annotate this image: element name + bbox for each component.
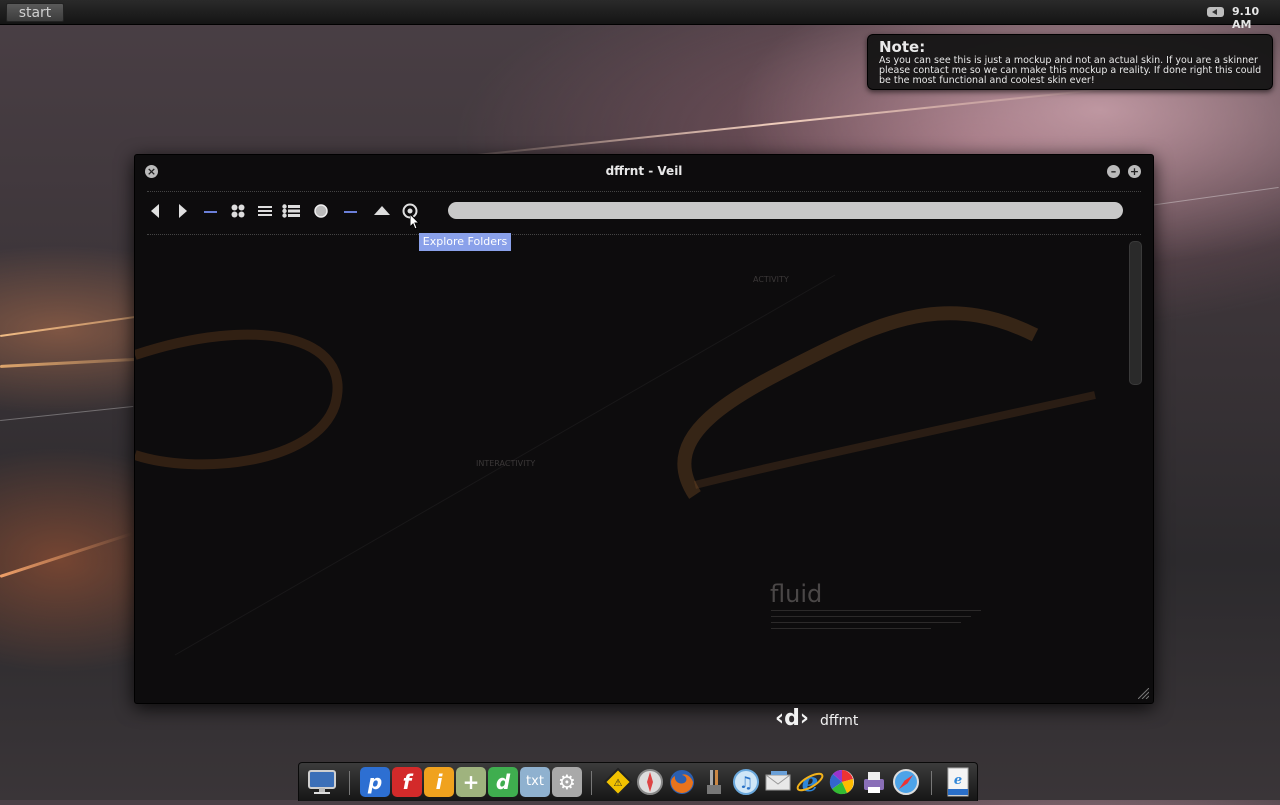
note-overlay: Note: As you can see this is just a mock… [867,34,1273,90]
resize-grip-icon[interactable] [1138,688,1149,699]
i-app-icon[interactable]: i [424,767,454,797]
preview-circle-icon[interactable] [314,204,328,218]
minimize-window-button[interactable]: – [1107,165,1120,178]
explorer-window: × dffrnt - Veil – + ACTIVITY INTERACTIVI… [134,154,1154,704]
note-body: As you can see this is just a mockup and… [879,55,1262,86]
list-view-icon[interactable] [258,206,272,217]
brand-logo: ‹d› [775,706,809,731]
details-view-icon[interactable] [282,204,300,218]
interactivity-label: INTERACTIVITY [476,459,536,468]
itunes-icon[interactable]: ♫ [731,767,761,797]
html-file-icon[interactable]: e [943,767,973,797]
activity-label: ACTIVITY [753,275,789,284]
settings-app-icon[interactable]: ⚙ [552,767,582,797]
back-arrow-icon[interactable] [149,204,161,218]
address-bar[interactable] [448,202,1123,219]
compass-app-icon[interactable] [635,767,665,797]
svg-text:⚠: ⚠ [614,778,623,789]
window-title: dffrnt - Veil [605,164,683,178]
svg-text:e: e [954,773,962,788]
clock: 9.10 AM [1232,5,1260,31]
wallpaper-streak [0,405,134,421]
txt-app-icon[interactable]: txt [520,767,550,797]
printer-icon[interactable] [859,767,889,797]
up-folder-icon[interactable] [374,206,390,215]
warning-sign-icon[interactable]: ⚠ [603,767,633,797]
svg-text:e: e [802,768,819,797]
tray-collapse-icon[interactable] [1207,7,1224,17]
fluid-text-line [771,610,981,611]
brushes-icon[interactable] [699,767,729,797]
dock-separator [591,771,592,795]
internet-explorer-icon[interactable]: e [795,767,825,798]
vertical-scrollbar[interactable] [1129,241,1142,385]
content-background [135,274,1096,656]
d-app-icon[interactable]: d [488,767,518,797]
picasa-icon[interactable] [827,767,857,797]
maximize-window-button[interactable]: + [1128,165,1141,178]
mouse-cursor-icon [410,214,420,230]
fluid-text-line [771,622,961,623]
plus-app-icon[interactable]: + [456,767,486,797]
dock-separator [931,771,932,795]
wallpaper-streak [1149,186,1279,206]
title-divider [147,191,1141,192]
f-app-icon[interactable]: f [392,767,422,797]
start-button[interactable]: start [6,3,64,22]
top-taskbar: start 9.10 AM [0,0,1280,31]
wallpaper-streak [0,531,134,578]
explore-folders-tooltip: Explore Folders [419,233,511,251]
toolbar-separator [344,211,357,213]
fluid-text-line [771,628,931,629]
brand-name: dffrnt [820,713,859,729]
fluid-label: fluid [770,580,823,608]
mail-icon[interactable] [763,767,793,797]
svg-text:♫: ♫ [739,773,753,792]
dock-separator [349,771,350,795]
safari-icon[interactable] [891,767,921,797]
p-app-icon[interactable]: p [360,767,390,797]
dock: p f i + d txt ⚙ ⚠ ♫ e e [298,762,978,801]
icon-view-icon[interactable] [231,204,245,218]
firefox-icon[interactable] [667,767,697,797]
toolbar-separator [204,211,217,213]
note-title: Note: [879,38,926,56]
forward-arrow-icon[interactable] [177,204,189,218]
fluid-text-line [771,616,971,617]
wallpaper-streak [419,84,1137,162]
monitor-icon[interactable] [307,767,337,797]
